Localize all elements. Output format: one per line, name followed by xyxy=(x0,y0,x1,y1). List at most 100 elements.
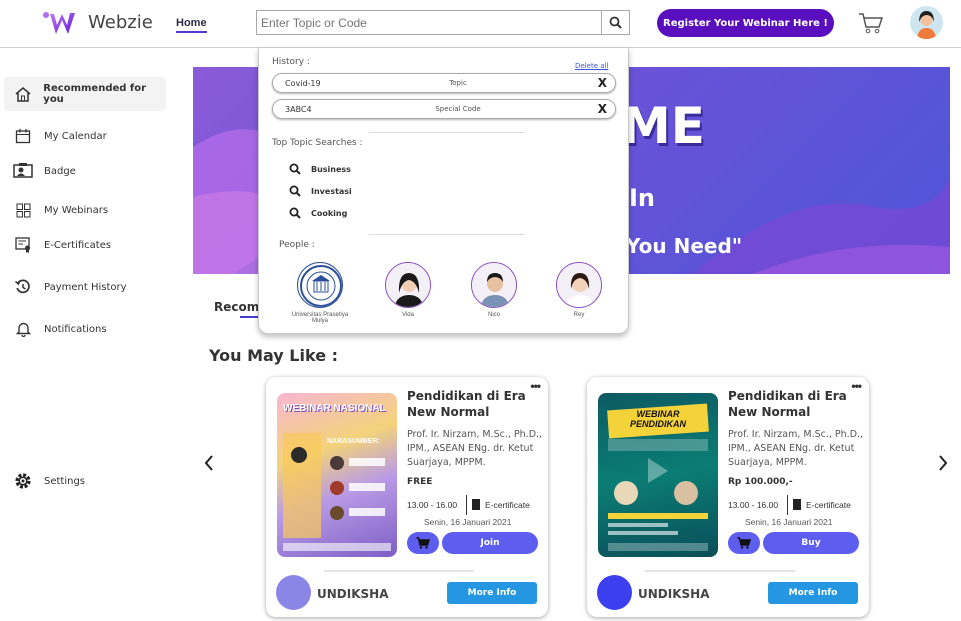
people-label: People : xyxy=(279,240,315,250)
sidebar-item-recommended[interactable]: Recommended for you xyxy=(4,77,166,111)
person-name: Universitas Prasetiya Mulya xyxy=(291,312,349,324)
webinar-card[interactable]: ••• WEBINAR NASIONAL NARASUMBER: Pendidi… xyxy=(266,377,548,617)
sidebar-item-badge[interactable]: Badge xyxy=(4,154,166,188)
delete-all-link[interactable]: Delete all xyxy=(575,62,608,70)
chevron-right-icon xyxy=(939,455,948,471)
certificate-icon xyxy=(793,499,801,510)
history-kind: Topic xyxy=(449,79,467,87)
webinar-poster[interactable]: WEBINAR PENDIDIKAN xyxy=(598,393,718,557)
cart-icon xyxy=(737,537,751,549)
badge-icon xyxy=(12,163,34,179)
history-item[interactable]: Covid-19 Topic X xyxy=(272,73,616,93)
join-button[interactable]: Join xyxy=(442,532,538,554)
organizer-name[interactable]: UNDIKSHA xyxy=(317,587,388,601)
sidebar-item-label: My Webinars xyxy=(44,204,109,216)
topic-item[interactable]: Cooking xyxy=(289,207,347,219)
topic-label: Investasi xyxy=(311,186,352,196)
person-avatar xyxy=(385,262,431,308)
sidebar-item-label: Recommended for you xyxy=(43,83,147,105)
certificate-label: E-certificate xyxy=(472,499,530,510)
history-text: Covid-19 xyxy=(285,79,321,88)
organizer-name[interactable]: UNDIKSHA xyxy=(638,587,709,601)
webzie-logo-icon[interactable] xyxy=(42,10,78,38)
webinar-title[interactable]: Pendidikan di Era New Normal xyxy=(407,388,537,420)
sidebar-item-label: E-Certificates xyxy=(44,239,112,251)
sidebar-item-label: Settings xyxy=(44,475,86,487)
person-avatar xyxy=(471,262,517,308)
topic-item[interactable]: Investasi xyxy=(289,185,352,197)
history-icon xyxy=(12,279,34,295)
topic-item[interactable]: Business xyxy=(289,163,351,175)
register-webinar-button[interactable]: Register Your Webinar Here ! xyxy=(657,9,834,37)
history-text: 3ABC4 xyxy=(285,105,312,114)
sidebar-item-my-calendar[interactable]: My Calendar xyxy=(4,119,166,153)
university-seal-icon xyxy=(297,262,343,308)
person-item[interactable]: Vida xyxy=(371,262,445,318)
certificate-icon xyxy=(472,499,480,510)
search-icon xyxy=(289,185,301,197)
sidebar-item-my-webinars[interactable]: My Webinars xyxy=(4,193,166,227)
calendar-icon xyxy=(12,128,34,144)
divider xyxy=(645,570,795,572)
certificate-label: E-certificate xyxy=(793,499,851,510)
organizer-avatar[interactable] xyxy=(597,575,632,610)
buy-button[interactable]: Buy xyxy=(763,532,859,554)
nav-home-link[interactable]: Home xyxy=(176,17,207,33)
more-info-button[interactable]: More Info xyxy=(447,582,537,604)
sidebar-item-payment-history[interactable]: Payment History xyxy=(4,270,166,304)
more-info-button[interactable]: More Info xyxy=(768,582,858,604)
top-topics-label: Top Topic Searches : xyxy=(272,138,363,148)
cart-button[interactable] xyxy=(858,11,884,35)
webinar-time: 13.00 - 16.00 xyxy=(728,500,779,510)
person-item[interactable]: Rey xyxy=(542,262,616,318)
carousel-prev-button[interactable] xyxy=(199,450,219,476)
webinar-speakers: Prof. Ir. Nirzam, M.Sc., Ph.D., IPM., AS… xyxy=(407,429,543,468)
webinar-speakers: Prof. Ir. Nirzam, M.Sc., Ph.D., IPM., AS… xyxy=(728,429,864,468)
sidebar-item-settings[interactable]: Settings xyxy=(4,464,166,498)
add-to-cart-button[interactable] xyxy=(407,532,439,554)
cart-icon xyxy=(859,13,884,34)
webinar-price: Rp 100.000,- xyxy=(728,477,793,487)
person-name: Nico xyxy=(487,312,500,318)
carousel-next-button[interactable] xyxy=(933,450,953,476)
search-icon xyxy=(289,207,301,219)
banner-line-2: In xyxy=(629,184,656,212)
sidebar-item-notifications[interactable]: Notifications xyxy=(4,312,166,346)
divider xyxy=(369,234,525,235)
webinar-price: FREE xyxy=(407,477,433,487)
certificate-icon xyxy=(12,237,34,253)
close-icon[interactable]: X xyxy=(598,102,607,116)
person-name: Vida xyxy=(402,312,414,318)
grid-icon xyxy=(12,203,34,218)
webinar-date: Senin, 16 Januari 2021 xyxy=(745,517,833,527)
close-icon[interactable]: X xyxy=(598,76,607,90)
sidebar-item-label: Badge xyxy=(44,165,76,177)
cart-icon xyxy=(416,537,430,549)
webinar-card[interactable]: ••• WEBINAR PENDIDIKAN Pendidikan di Era… xyxy=(587,377,869,617)
sidebar-item-e-certificates[interactable]: E-Certificates xyxy=(4,228,166,262)
webinar-title[interactable]: Pendidikan di Era New Normal xyxy=(728,388,858,420)
person-item[interactable]: Universitas Prasetiya Mulya xyxy=(283,262,357,324)
logo-text: Webzie xyxy=(88,12,153,33)
divider xyxy=(787,495,788,515)
divider xyxy=(324,570,474,572)
user-avatar[interactable] xyxy=(910,6,943,39)
history-kind: Special Code xyxy=(435,105,481,113)
webinar-poster[interactable]: WEBINAR NASIONAL NARASUMBER: xyxy=(277,393,397,557)
webinar-time: 13.00 - 16.00 xyxy=(407,500,458,510)
add-to-cart-button[interactable] xyxy=(728,532,760,554)
divider xyxy=(466,495,467,515)
organizer-avatar[interactable] xyxy=(276,575,311,610)
banner-line-3: You Need" xyxy=(626,234,743,258)
divider xyxy=(369,132,525,133)
person-avatar xyxy=(556,262,602,308)
search-icon xyxy=(609,16,622,29)
search-button[interactable] xyxy=(601,10,630,35)
search-dropdown: History : Delete all Covid-19 Topic X 3A… xyxy=(258,48,629,334)
history-label: History : xyxy=(272,57,310,67)
section-title: You May Like : xyxy=(209,346,339,365)
search-input[interactable] xyxy=(256,10,602,35)
history-item[interactable]: 3ABC4 Special Code X xyxy=(272,99,616,119)
gear-icon xyxy=(12,472,34,490)
person-item[interactable]: Nico xyxy=(457,262,531,318)
